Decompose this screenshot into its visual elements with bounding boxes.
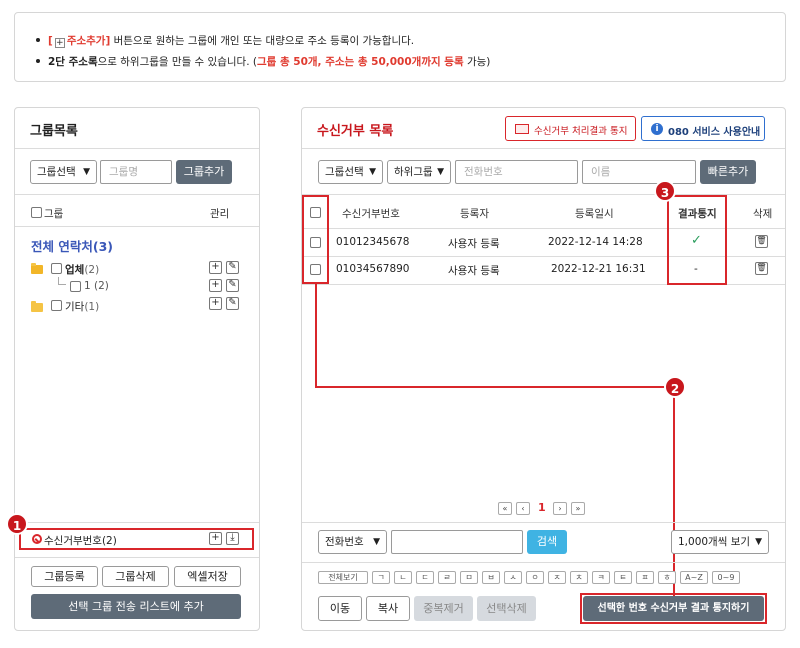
reject-list-title: 수신거부 목록 bbox=[317, 124, 394, 139]
char-filter-button[interactable]: ㅌ bbox=[614, 571, 632, 584]
view-count-select[interactable]: 1,000개씩 보기 ▼ bbox=[671, 530, 769, 554]
copy-button[interactable]: 복사 bbox=[366, 596, 410, 621]
folder-open-icon bbox=[31, 263, 43, 274]
excel-save-button[interactable]: 엑셀저장 bbox=[174, 566, 241, 587]
highlight-box-1 bbox=[19, 528, 254, 550]
group-item-company[interactable]: 업체(2) bbox=[65, 262, 99, 277]
char-filter-button[interactable]: ㅅ bbox=[504, 571, 522, 584]
connector-line bbox=[315, 386, 675, 388]
edit-icon[interactable]: ✎ bbox=[226, 279, 239, 292]
chevron-down-icon: ▼ bbox=[755, 537, 762, 547]
row-date: 2022-12-21 16:31 bbox=[551, 263, 646, 275]
char-filter-button[interactable]: 0~9 bbox=[712, 571, 740, 584]
group-name-input[interactable]: 그룹명 bbox=[100, 160, 172, 184]
char-filter-button[interactable]: A~Z bbox=[680, 571, 708, 584]
add-icon[interactable]: + bbox=[209, 279, 222, 292]
move-button[interactable]: 이동 bbox=[318, 596, 362, 621]
col-group: 그룹 bbox=[44, 208, 64, 220]
dedupe-button[interactable]: 중복제거 bbox=[414, 596, 473, 621]
char-filter-button[interactable]: ㄷ bbox=[416, 571, 434, 584]
group-register-button[interactable]: 그룹등록 bbox=[31, 566, 98, 587]
delete-selected-button[interactable]: 선택삭제 bbox=[477, 596, 536, 621]
char-filter-button[interactable]: ㄹ bbox=[438, 571, 456, 584]
group-select[interactable]: 그룹선택 ▼ bbox=[318, 160, 383, 184]
char-filter-button[interactable]: ㅂ bbox=[482, 571, 500, 584]
subgroup-checkbox[interactable] bbox=[70, 281, 81, 292]
add-icon[interactable]: + bbox=[209, 261, 222, 274]
char-filter-button[interactable]: ㅍ bbox=[636, 571, 654, 584]
char-filter-button[interactable]: ㅁ bbox=[460, 571, 478, 584]
group-select[interactable]: 그룹선택 ▼ bbox=[30, 160, 97, 184]
group-select-all-checkbox[interactable] bbox=[31, 207, 42, 218]
phone-input[interactable]: 전화번호 bbox=[455, 160, 578, 184]
char-filter-button[interactable]: ㅋ bbox=[592, 571, 610, 584]
group-checkbox[interactable] bbox=[51, 300, 62, 311]
group-list-title: 그룹목록 bbox=[30, 124, 78, 139]
badge-2: 2 bbox=[664, 376, 686, 398]
row-registrant: 사용자 등록 bbox=[448, 265, 500, 277]
folder-icon bbox=[31, 301, 43, 312]
edit-icon[interactable]: ✎ bbox=[226, 297, 239, 310]
char-filter-button[interactable]: ㅊ bbox=[570, 571, 588, 584]
service-080-guide-button[interactable]: i 080 서비스 사용안내 bbox=[641, 116, 765, 141]
pager-first[interactable]: « bbox=[498, 502, 512, 515]
char-filter-button[interactable]: ㅇ bbox=[526, 571, 544, 584]
badge-1: 1 bbox=[6, 513, 28, 535]
char-filter-button[interactable]: ㄴ bbox=[394, 571, 412, 584]
char-filter-all[interactable]: 전체보기 bbox=[318, 571, 368, 584]
edit-icon[interactable]: ✎ bbox=[226, 261, 239, 274]
row-number: 01034567890 bbox=[336, 263, 410, 275]
pager-prev[interactable]: ‹ bbox=[516, 502, 530, 515]
add-group-button[interactable]: 그룹추가 bbox=[176, 160, 232, 184]
group-delete-button[interactable]: 그룹삭제 bbox=[102, 566, 169, 587]
pager-current[interactable]: 1 bbox=[538, 501, 546, 514]
search-input[interactable] bbox=[391, 530, 523, 554]
subgroup-select[interactable]: 하위그룹 ▼ bbox=[387, 160, 451, 184]
search-button[interactable]: 검색 bbox=[527, 530, 567, 554]
group-list-panel bbox=[14, 107, 260, 631]
mail-icon bbox=[515, 124, 529, 134]
plus-icon: + bbox=[54, 38, 65, 48]
group-item-etc[interactable]: 기타(1) bbox=[65, 299, 99, 314]
pager-last[interactable]: » bbox=[571, 502, 585, 515]
char-filter-button[interactable]: ㅈ bbox=[548, 571, 566, 584]
add-icon[interactable]: + bbox=[209, 297, 222, 310]
col-reject-number: 수신거부번호 bbox=[342, 208, 400, 220]
name-input[interactable]: 이름 bbox=[582, 160, 696, 184]
tree-line bbox=[58, 277, 66, 285]
trash-icon[interactable]: 🗑 bbox=[755, 262, 768, 275]
chevron-down-icon: ▼ bbox=[373, 537, 380, 547]
group-item-sub-1[interactable]: 1 (2) bbox=[84, 280, 109, 292]
highlight-box-3 bbox=[667, 195, 727, 285]
chevron-down-icon: ▼ bbox=[437, 167, 444, 177]
notify-result-button[interactable]: 수신거부 처리결과 통지 bbox=[505, 116, 636, 141]
all-contacts-link[interactable]: 전체 연락처(3) bbox=[31, 236, 113, 255]
info-icon: i bbox=[651, 123, 663, 135]
row-number: 01012345678 bbox=[336, 236, 410, 248]
notice-line-1: [+ 주소추가] 버튼으로 원하는 그룹에 개인 또는 대량으로 주소 등록이 가… bbox=[36, 33, 414, 48]
pager-next[interactable]: › bbox=[553, 502, 567, 515]
col-manage: 관리 bbox=[210, 208, 230, 220]
col-registered-at: 등록일시 bbox=[575, 208, 614, 220]
trash-icon[interactable]: 🗑 bbox=[755, 235, 768, 248]
notice-box: [+ 주소추가] 버튼으로 원하는 그룹에 개인 또는 대량으로 주소 등록이 가… bbox=[14, 12, 786, 82]
col-delete: 삭제 bbox=[753, 208, 773, 220]
search-field-select[interactable]: 전화번호 ▼ bbox=[318, 530, 387, 554]
quick-add-button[interactable]: 빠른추가 bbox=[700, 160, 756, 184]
chevron-down-icon: ▼ bbox=[83, 167, 90, 177]
row-date: 2022-12-14 14:28 bbox=[548, 236, 643, 248]
highlight-box-2 bbox=[580, 593, 767, 624]
notice-line-2: 2단 주소록으로 하위그룹을 만들 수 있습니다. (그룹 총 50개, 주소는… bbox=[36, 54, 490, 69]
badge-3: 3 bbox=[654, 180, 676, 202]
row-registrant: 사용자 등록 bbox=[448, 238, 500, 250]
highlight-box-checkboxes bbox=[302, 195, 329, 284]
col-registrant: 등록자 bbox=[460, 208, 489, 220]
char-filter-button[interactable]: ㅎ bbox=[658, 571, 676, 584]
chevron-down-icon: ▼ bbox=[369, 167, 376, 177]
connector-line bbox=[673, 386, 675, 596]
add-to-send-list-button[interactable]: 선택 그룹 전송 리스트에 추가 bbox=[31, 594, 241, 619]
char-filter-button[interactable]: ㄱ bbox=[372, 571, 390, 584]
group-checkbox[interactable] bbox=[51, 263, 62, 274]
connector-line bbox=[315, 284, 317, 388]
